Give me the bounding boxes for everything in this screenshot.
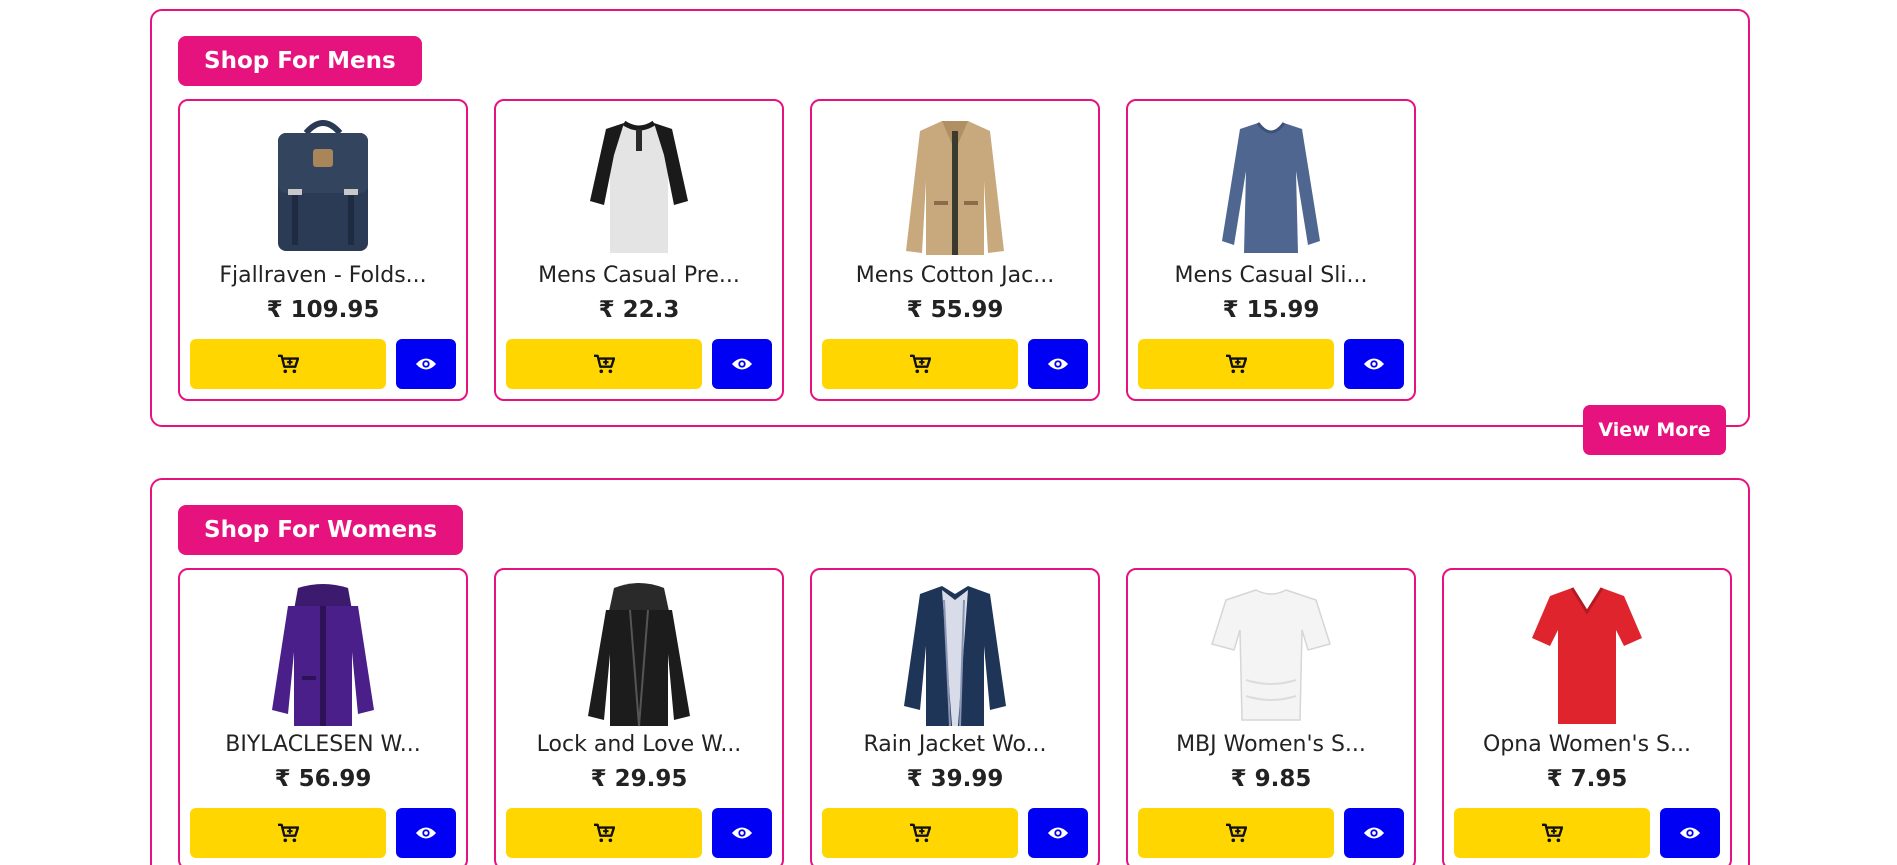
product-card[interactable]: Lock and Love W... ₹ 29.95 <box>494 568 784 865</box>
mens-section: Shop For Mens Fjallraven - Folds... ₹ 10… <box>150 9 1750 427</box>
product-name: Opna Women's S... <box>1483 732 1691 757</box>
product-image[interactable] <box>564 111 714 259</box>
section-title-mens: Shop For Mens <box>178 36 422 86</box>
product-card[interactable]: Fjallraven - Folds... ₹ 109.95 <box>178 99 468 401</box>
eye-icon <box>1363 358 1385 370</box>
product-name: Rain Jacket Wo... <box>863 732 1047 757</box>
product-name: Mens Casual Pre... <box>538 263 740 288</box>
product-image[interactable] <box>1196 111 1346 259</box>
backpack-image <box>278 120 368 251</box>
product-image[interactable] <box>880 580 1030 728</box>
section-title-womens: Shop For Womens <box>178 505 464 555</box>
product-card[interactable]: Mens Cotton Jac... ₹ 55.99 <box>810 99 1100 401</box>
product-price: ₹ 7.95 <box>1546 766 1628 792</box>
product-name: MBJ Women's S... <box>1176 732 1366 757</box>
add-to-cart-button[interactable] <box>822 808 1018 858</box>
eye-icon <box>1363 827 1385 839</box>
add-to-cart-button[interactable] <box>1454 808 1650 858</box>
purple-jacket-image <box>272 584 374 726</box>
eye-icon <box>415 827 437 839</box>
longsleeve-tee-image <box>1222 122 1320 253</box>
view-more-button[interactable]: View More <box>1583 405 1726 455</box>
view-product-button[interactable] <box>1028 339 1088 389</box>
rain-jacket-image <box>904 586 1006 727</box>
add-to-cart-button[interactable] <box>506 339 702 389</box>
cart-icon <box>1226 823 1247 843</box>
womens-section: Shop For Womens BIYLACLESEN W... ₹ 56.99 <box>150 478 1750 865</box>
cart-icon <box>594 823 615 843</box>
product-image[interactable] <box>1512 580 1662 728</box>
product-price: ₹ 22.3 <box>598 297 680 323</box>
product-price: ₹ 39.99 <box>906 766 1004 792</box>
cart-icon <box>594 354 615 374</box>
eye-icon <box>1679 827 1701 839</box>
raglan-tshirt-image <box>590 120 688 253</box>
cart-icon <box>1226 354 1247 374</box>
product-price: ₹ 15.99 <box>1222 297 1320 323</box>
product-name: Fjallraven - Folds... <box>219 263 427 288</box>
add-to-cart-button[interactable] <box>822 339 1018 389</box>
product-image[interactable] <box>880 111 1030 259</box>
add-to-cart-button[interactable] <box>190 808 386 858</box>
product-name: BIYLACLESEN W... <box>225 732 421 757</box>
eye-icon <box>1047 827 1069 839</box>
product-card[interactable]: Mens Casual Pre... ₹ 22.3 <box>494 99 784 401</box>
product-price: ₹ 109.95 <box>266 297 380 323</box>
product-card[interactable]: Opna Women's S... ₹ 7.95 <box>1442 568 1732 865</box>
add-to-cart-button[interactable] <box>190 339 386 389</box>
product-name: Mens Cotton Jac... <box>855 263 1055 288</box>
view-product-button[interactable] <box>712 808 772 858</box>
product-image[interactable] <box>248 111 398 259</box>
view-product-button[interactable] <box>1344 339 1404 389</box>
product-price: ₹ 29.95 <box>590 766 688 792</box>
product-card[interactable]: MBJ Women's S... ₹ 9.85 <box>1126 568 1416 865</box>
view-product-button[interactable] <box>396 808 456 858</box>
view-product-button[interactable] <box>1660 808 1720 858</box>
add-to-cart-button[interactable] <box>1138 339 1334 389</box>
view-product-button[interactable] <box>1028 808 1088 858</box>
product-card[interactable]: BIYLACLESEN W... ₹ 56.99 <box>178 568 468 865</box>
cart-icon <box>278 823 299 843</box>
product-image[interactable] <box>564 580 714 728</box>
red-tee-image <box>1532 587 1642 724</box>
view-product-button[interactable] <box>396 339 456 389</box>
white-top-image <box>1211 589 1331 721</box>
product-card[interactable]: Mens Casual Sli... ₹ 15.99 <box>1126 99 1416 401</box>
leather-jacket-image <box>588 583 690 727</box>
product-image[interactable] <box>1196 580 1346 728</box>
cotton-jacket-image <box>906 121 1004 255</box>
product-price: ₹ 56.99 <box>274 766 372 792</box>
eye-icon <box>1047 358 1069 370</box>
eye-icon <box>415 358 437 370</box>
product-image[interactable] <box>248 580 398 728</box>
add-to-cart-button[interactable] <box>506 808 702 858</box>
view-product-button[interactable] <box>712 339 772 389</box>
cart-icon <box>910 354 931 374</box>
product-card[interactable]: Rain Jacket Wo... ₹ 39.99 <box>810 568 1100 865</box>
cart-icon <box>1542 823 1563 843</box>
view-product-button[interactable] <box>1344 808 1404 858</box>
product-name: Lock and Love W... <box>536 732 742 757</box>
cart-icon <box>910 823 931 843</box>
product-price: ₹ 55.99 <box>906 297 1004 323</box>
eye-icon <box>731 358 753 370</box>
add-to-cart-button[interactable] <box>1138 808 1334 858</box>
cart-icon <box>278 354 299 374</box>
product-price: ₹ 9.85 <box>1230 766 1312 792</box>
eye-icon <box>731 827 753 839</box>
product-name: Mens Casual Sli... <box>1174 263 1368 288</box>
